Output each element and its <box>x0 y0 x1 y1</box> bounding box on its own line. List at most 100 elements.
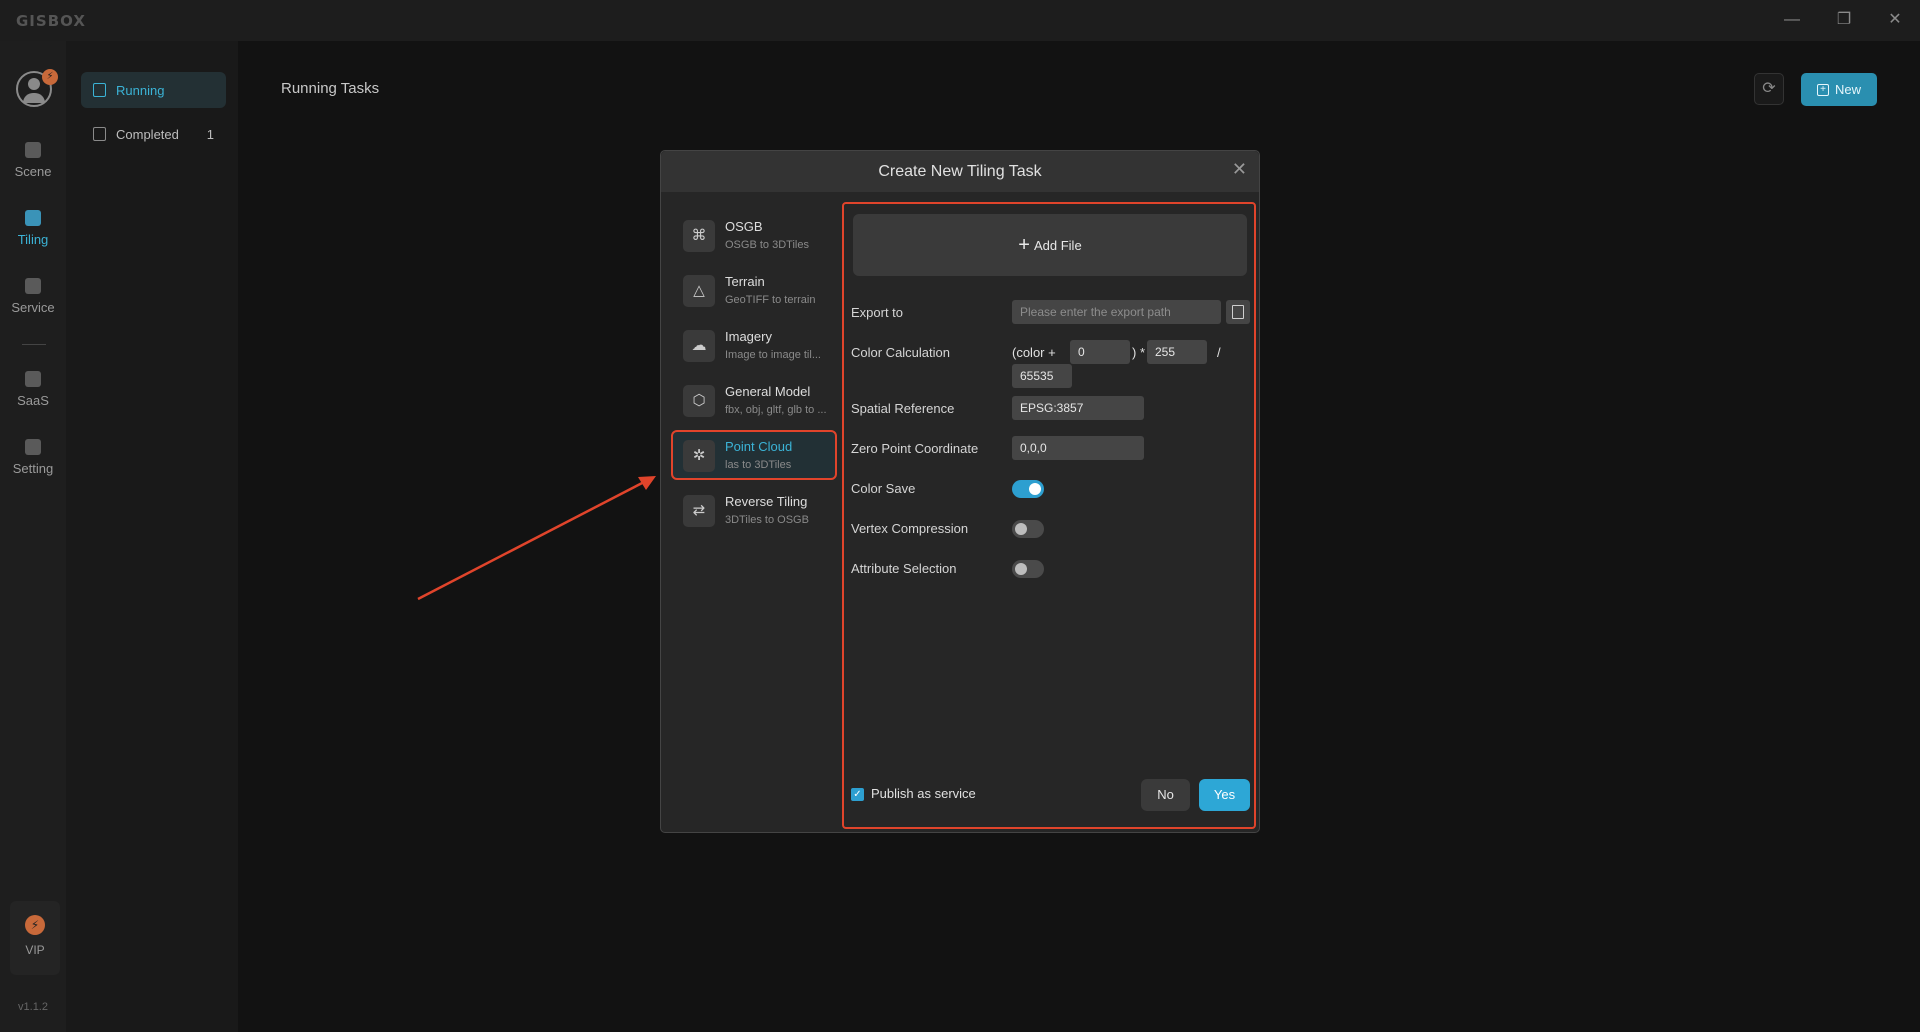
app-logo: GISBOX <box>16 12 86 30</box>
task-type-point-cloud[interactable]: ✲ Point Cloud las to 3DTiles <box>671 430 837 480</box>
task-type-general-model[interactable]: ⬡ General Model fbx, obj, gltf, glb to .… <box>671 375 837 425</box>
task-type-name: Terrain <box>725 274 765 289</box>
add-icon: + <box>1816 83 1829 96</box>
model-cube-icon: ⬡ <box>683 385 715 417</box>
color-offset-input[interactable]: 0 <box>1070 340 1130 364</box>
task-type-desc: 3DTiles to OSGB <box>725 514 809 526</box>
browse-folder-icon[interactable] <box>1226 300 1250 324</box>
task-type-desc: las to 3DTiles <box>725 459 792 471</box>
color-multiplier-input[interactable]: 255 <box>1147 340 1207 364</box>
create-tiling-task-dialog: Create New Tiling Task ✕ ⌘ OSGB OSGB to … <box>660 150 1260 833</box>
task-type-imagery[interactable]: ☁ Imagery Image to image til... <box>671 320 837 370</box>
close-icon[interactable]: ✕ <box>1232 159 1247 180</box>
toggle-knob <box>1029 483 1041 495</box>
color-formula-divide: / <box>1217 345 1221 360</box>
subnav-running[interactable]: Running <box>81 72 226 108</box>
refresh-button[interactable]: ⟳ <box>1754 73 1784 105</box>
vip-button[interactable]: ⚡ VIP <box>10 901 60 975</box>
rail-divider <box>22 344 46 345</box>
task-type-name: Imagery <box>725 329 772 344</box>
restore-button[interactable]: ❐ <box>1829 8 1859 32</box>
task-type-name: OSGB <box>725 219 763 234</box>
nav-scene-label: Scene <box>14 164 52 179</box>
zero-point-input[interactable]: 0,0,0 <box>1012 436 1144 460</box>
osgb-icon: ⌘ <box>683 220 715 252</box>
color-formula-mid: ) * <box>1132 345 1145 360</box>
export-path-input[interactable]: Please enter the export path <box>1012 300 1221 324</box>
service-icon <box>25 278 41 294</box>
zero-point-label: Zero Point Coordinate <box>851 441 979 456</box>
nav-scene[interactable]: Scene <box>0 142 66 179</box>
new-task-label: New <box>1834 82 1861 97</box>
task-type-osgb[interactable]: ⌘ OSGB OSGB to 3DTiles <box>671 210 837 260</box>
spatial-reference-label: Spatial Reference <box>851 401 955 416</box>
add-file-label: Add File <box>1033 237 1082 253</box>
close-window-button[interactable]: ✕ <box>1880 8 1910 32</box>
task-type-reverse-tiling[interactable]: ⇄ Reverse Tiling 3DTiles to OSGB <box>671 485 837 535</box>
toggle-knob <box>1015 523 1027 535</box>
export-label: Export to <box>851 305 904 320</box>
attribute-selection-toggle[interactable] <box>1012 560 1044 578</box>
nav-service-label: Service <box>11 300 55 315</box>
subnav-running-label: Running <box>116 82 165 98</box>
dialog-title: Create New Tiling Task <box>878 163 1042 180</box>
task-type-desc: GeoTIFF to terrain <box>725 294 816 306</box>
task-type-terrain[interactable]: △ Terrain GeoTIFF to terrain <box>671 265 837 315</box>
plus-icon: + <box>1018 233 1030 256</box>
nav-tiling-label: Tiling <box>17 232 49 247</box>
arrow-head <box>638 476 656 490</box>
color-calculation-label: Color Calculation <box>851 345 950 360</box>
task-type-desc: Image to image til... <box>725 349 821 361</box>
publish-label: Publish as service <box>871 786 976 801</box>
completed-count: 1 <box>206 126 214 142</box>
color-formula-prefix: (color + <box>1012 345 1056 360</box>
spatial-reference-input[interactable]: EPSG:3857 <box>1012 396 1144 420</box>
task-type-name: Reverse Tiling <box>725 494 808 509</box>
nav-setting-label: Setting <box>12 461 54 476</box>
subnav-completed[interactable]: Completed 1 <box>81 116 226 152</box>
task-type-name: Point Cloud <box>725 439 793 454</box>
nav-setting[interactable]: Setting <box>0 439 66 476</box>
home-icon <box>25 142 41 158</box>
saas-icon <box>25 371 41 387</box>
nav-tiling[interactable]: Tiling <box>0 210 66 247</box>
minimize-button[interactable]: — <box>1777 8 1807 32</box>
terrain-icon: △ <box>683 275 715 307</box>
color-save-label: Color Save <box>851 481 916 496</box>
task-type-desc: fbx, obj, gltf, glb to ... <box>725 404 827 416</box>
document-icon <box>93 83 106 97</box>
yes-button[interactable]: Yes <box>1199 779 1250 811</box>
version-label: v1.1.2 <box>18 1001 48 1013</box>
main-sidebar: ⚡ Scene Tiling Service SaaS Setting ⚡ VI… <box>0 41 66 1032</box>
new-task-button[interactable]: + New <box>1801 73 1877 106</box>
color-divisor-input[interactable]: 65535 <box>1012 364 1072 388</box>
toggle-knob <box>1015 563 1027 575</box>
color-save-toggle[interactable] <box>1012 480 1044 498</box>
publish-checkbox[interactable]: ✓ <box>851 788 864 801</box>
tiling-icon <box>25 210 41 226</box>
title-bar: GISBOX — ❐ ✕ <box>0 0 1920 41</box>
dialog-header: Create New Tiling Task ✕ <box>661 151 1259 192</box>
nav-saas[interactable]: SaaS <box>0 371 66 408</box>
reverse-tiling-icon: ⇄ <box>683 495 715 527</box>
vip-label: VIP <box>25 943 45 957</box>
point-cloud-form: + Add File Export to Please enter the ex… <box>842 202 1256 829</box>
nav-service[interactable]: Service <box>0 278 66 315</box>
vertex-compression-label: Vertex Compression <box>851 521 969 536</box>
lightning-icon: ⚡ <box>25 915 45 935</box>
task-status-nav: Running Completed 1 <box>66 41 238 1032</box>
refresh-icon: ⟳ <box>1762 80 1776 97</box>
nav-saas-label: SaaS <box>17 393 49 408</box>
imagery-icon: ☁ <box>683 330 715 362</box>
arrow-line <box>417 479 647 601</box>
task-type-desc: OSGB to 3DTiles <box>725 239 809 251</box>
add-file-button[interactable]: + Add File <box>853 214 1247 276</box>
no-button[interactable]: No <box>1141 779 1190 811</box>
point-cloud-icon: ✲ <box>683 440 715 472</box>
settings-icon <box>25 439 41 455</box>
subnav-completed-label: Completed <box>116 126 179 142</box>
attribute-selection-label: Attribute Selection <box>851 561 957 576</box>
vertex-compression-toggle[interactable] <box>1012 520 1044 538</box>
document-check-icon <box>93 127 106 141</box>
task-type-name: General Model <box>725 384 811 399</box>
